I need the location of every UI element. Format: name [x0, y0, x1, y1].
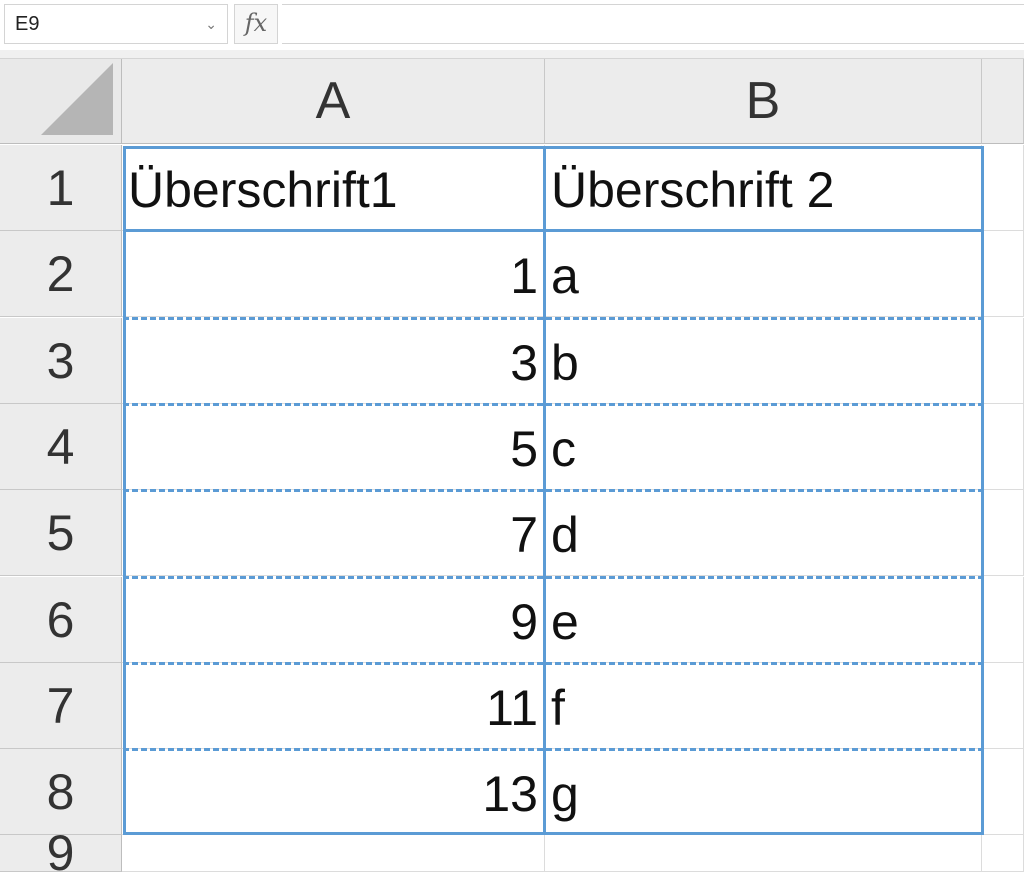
cell-a6[interactable]: 9 — [122, 577, 545, 663]
cell-c7[interactable] — [982, 663, 1024, 749]
column-header-b[interactable]: B — [545, 59, 982, 144]
row-header-1[interactable]: 1 — [0, 145, 122, 231]
cell-a1[interactable]: Überschrift1 — [122, 145, 545, 231]
row-header-7[interactable]: 7 — [0, 663, 122, 749]
cell-a8[interactable]: 13 — [122, 749, 545, 835]
cell-c5[interactable] — [982, 490, 1024, 576]
insert-function-button[interactable]: fx — [234, 4, 278, 44]
formula-input[interactable] — [282, 4, 1024, 44]
cell-c3[interactable] — [982, 318, 1024, 404]
row-header-4[interactable]: 4 — [0, 404, 122, 490]
row-header-3[interactable]: 3 — [0, 318, 122, 404]
chevron-down-icon[interactable]: ⌄ — [205, 5, 217, 43]
formula-bar: E9 ⌄ fx — [0, 0, 1024, 51]
row-header-2[interactable]: 2 — [0, 231, 122, 317]
formula-bar-separator — [0, 50, 1024, 59]
cell-c4[interactable] — [982, 404, 1024, 490]
column-header-c[interactable] — [982, 59, 1024, 144]
cell-c6[interactable] — [982, 577, 1024, 663]
cell-b3[interactable]: b — [545, 318, 982, 404]
cell-a3[interactable]: 3 — [122, 318, 545, 404]
cell-c8[interactable] — [982, 749, 1024, 835]
cell-a5[interactable]: 7 — [122, 490, 545, 576]
cell-b2[interactable]: a — [545, 231, 982, 317]
name-box[interactable]: E9 ⌄ — [4, 4, 228, 44]
row-header-6[interactable]: 6 — [0, 577, 122, 663]
cell-c2[interactable] — [982, 231, 1024, 317]
cell-a7[interactable]: 11 — [122, 663, 545, 749]
column-header-a[interactable]: A — [122, 59, 545, 144]
row-header-9[interactable]: 9 — [0, 828, 122, 878]
cell-a9[interactable] — [122, 835, 545, 872]
cell-b8[interactable]: g — [545, 749, 982, 835]
cell-b9[interactable] — [545, 835, 982, 872]
name-box-value: E9 — [15, 13, 40, 35]
row-header-8[interactable]: 8 — [0, 749, 122, 835]
select-all-button[interactable] — [0, 59, 122, 144]
cell-b5[interactable]: d — [545, 490, 982, 576]
cell-b7[interactable]: f — [545, 663, 982, 749]
cell-c9[interactable] — [982, 835, 1024, 872]
row-header-5[interactable]: 5 — [0, 490, 122, 576]
cell-b1[interactable]: Überschrift 2 — [545, 145, 982, 231]
cell-a4[interactable]: 5 — [122, 404, 545, 490]
cell-c1[interactable] — [982, 145, 1024, 231]
cell-a2[interactable]: 1 — [122, 231, 545, 317]
cell-b4[interactable]: c — [545, 404, 982, 490]
select-all-triangle-icon — [41, 63, 113, 135]
cell-b6[interactable]: e — [545, 577, 982, 663]
